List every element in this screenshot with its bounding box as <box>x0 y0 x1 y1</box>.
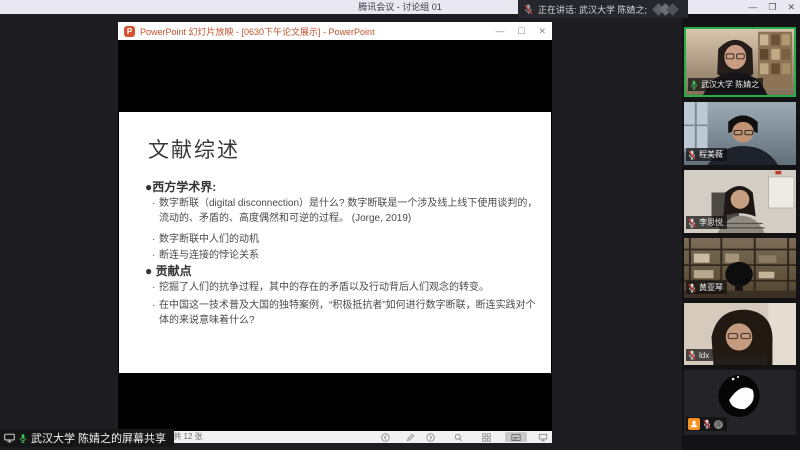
slide-heading-west: ●西方学术界: <box>145 178 216 195</box>
mic-muted-icon <box>688 150 696 160</box>
powerpoint-window: P PowerPoint 幻灯片放映 - [0630下午论文展示] - Powe… <box>118 22 552 443</box>
speaking-mic-icon <box>524 4 533 15</box>
screen-share-icon <box>4 433 15 443</box>
previous-slide-button[interactable] <box>378 432 392 442</box>
mic-muted-icon <box>688 283 696 293</box>
participant-name: 黄亚琴 <box>699 282 723 293</box>
participant-name-tag: 李思悦 <box>686 216 727 229</box>
display-icon <box>538 433 548 442</box>
screen-share-label: 武汉大学 陈婧之的屏幕共享 <box>31 430 166 446</box>
next-slide-button[interactable] <box>423 432 437 442</box>
slideshow-statusbar: 第 6 张, 共 12 张 <box>118 431 552 443</box>
participant-name-tag: 黄亚琴 <box>686 281 727 294</box>
slide-bullet: · 数字断联中人们的动机 <box>152 232 544 247</box>
video-tile-ldx[interactable]: ldx <box>684 303 796 365</box>
mic-live-icon <box>690 80 698 90</box>
slide-bullet: · 在中国这一技术普及大国的独特案例，“积极抵抗者”如何进行数字断联，断连实践对… <box>152 298 544 328</box>
participant-name-tag: 武汉大学 陈婧之 <box>688 78 763 91</box>
see-all-slides-button[interactable] <box>479 432 493 442</box>
self-person-badge <box>688 418 700 430</box>
person-icon <box>690 420 698 428</box>
participant-name-tag: @ <box>686 417 727 431</box>
powerpoint-titlebar: P PowerPoint 幻灯片放映 - [0630下午论文展示] - Powe… <box>118 22 552 40</box>
grid-icon <box>482 433 491 442</box>
video-tile-chengmeiwei[interactable]: 程美薇 <box>684 102 796 165</box>
slide-title: 文献综述 <box>148 134 240 164</box>
captions-button[interactable] <box>505 432 527 442</box>
close-button[interactable]: ✕ <box>787 0 795 14</box>
minimize-button[interactable]: — <box>748 0 757 14</box>
meeting-window: 腾讯会议 - 讨论组 01 — ❐ ✕ 正在讲话: 武汉大学 陈婧之; P Po… <box>0 0 800 450</box>
powerpoint-title: PowerPoint 幻灯片放映 - [0630下午论文展示] - PowerP… <box>140 25 490 38</box>
pen-tool-button[interactable] <box>403 432 417 442</box>
blurred-logo-icon <box>652 2 678 16</box>
magnifier-icon <box>454 433 463 442</box>
meeting-window-controls: — ❐ ✕ <box>748 0 795 14</box>
mic-muted-icon <box>688 350 696 360</box>
slide-bullet: · 数字断联（digital disconnection）是什么? 数字断联是一… <box>152 196 544 226</box>
previous-slide-icon <box>381 433 390 442</box>
video-tile-lisiyue[interactable]: 李思悦 <box>684 170 796 233</box>
participant-name-tag: ldx <box>686 349 713 361</box>
participant-name: @ <box>714 420 723 429</box>
slide-heading-contribution: ● 贡献点 <box>145 262 192 279</box>
slideshow-stage[interactable]: 文献综述 ●西方学术界: · 数字断联（digital disconnectio… <box>118 40 552 431</box>
display-settings-button[interactable] <box>536 432 550 442</box>
powerpoint-icon: P <box>124 26 135 37</box>
next-slide-icon <box>426 433 435 442</box>
participant-name: ldx <box>699 351 709 360</box>
video-tile-chenjingzhi[interactable]: 武汉大学 陈婧之 <box>684 27 796 97</box>
slide[interactable]: 文献综述 ●西方学术界: · 数字断联（digital disconnectio… <box>119 112 551 373</box>
speaking-label: 正在讲话: 武汉大学 陈婧之; <box>538 3 647 16</box>
slide-bullet: · 挖掘了人们的抗争过程，其中的存在的矛盾以及行动背后人们观念的转变。 <box>152 280 544 295</box>
maximize-button[interactable]: ❐ <box>768 0 776 14</box>
mic-muted-icon <box>688 218 696 228</box>
ppt-close-button[interactable]: ✕ <box>538 26 546 37</box>
ppt-minimize-button[interactable]: — <box>495 26 504 36</box>
participant-name: 李思悦 <box>699 217 723 228</box>
zoom-tool-button[interactable] <box>451 432 465 442</box>
powerpoint-window-controls: — ☐ ✕ <box>495 26 546 37</box>
participant-name-tag: 程美薇 <box>686 148 727 161</box>
speaking-indicator: 正在讲话: 武汉大学 陈婧之; <box>518 0 688 18</box>
mic-live-icon <box>19 433 27 444</box>
participants-sidebar: 武汉大学 陈婧之 <box>682 14 800 450</box>
ppt-maximize-button[interactable]: ☐ <box>517 26 525 37</box>
video-tile-huangyaqin[interactable]: 黄亚琴 <box>684 238 796 298</box>
captions-icon <box>511 433 521 442</box>
pen-icon <box>406 433 415 442</box>
mic-muted-icon <box>703 419 711 429</box>
participant-name: 武汉大学 陈婧之 <box>701 79 759 90</box>
slide-bullet: · 断连与连接的悖论关系 <box>152 248 544 263</box>
video-tile-self[interactable]: @ <box>684 370 796 435</box>
participant-name: 程美薇 <box>699 149 723 160</box>
screen-share-banner: 武汉大学 陈婧之的屏幕共享 <box>0 429 174 447</box>
